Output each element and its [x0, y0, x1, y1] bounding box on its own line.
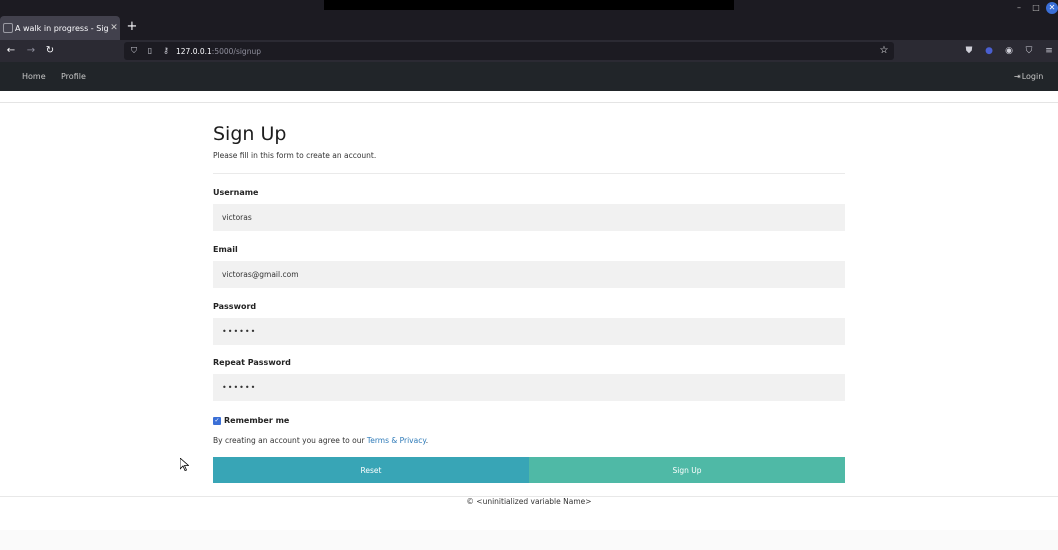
maximize-window-icon[interactable]: □	[1030, 2, 1042, 14]
nav-login-link[interactable]: ⇥ Login	[1014, 62, 1043, 91]
close-window-icon[interactable]: ✕	[1046, 2, 1058, 14]
reset-button[interactable]: Reset	[213, 457, 529, 483]
email-input[interactable]	[213, 261, 845, 288]
login-label: Login	[1021, 72, 1044, 81]
extension-icon[interactable]: ●	[982, 44, 996, 58]
site-navbar: Home Profile ⇥ Login	[0, 62, 1058, 91]
page-icon[interactable]: ▯	[144, 45, 156, 57]
favicon-icon	[3, 23, 13, 33]
url-path: :5000/signup	[211, 46, 261, 56]
remember-checkbox[interactable]: ✓	[213, 416, 221, 425]
back-arrow-icon[interactable]: ←	[4, 44, 18, 58]
page-title: Sign Up	[213, 123, 287, 145]
email-label: Email	[213, 245, 238, 254]
footer-text: © <uninitialized variable Name>	[466, 497, 592, 506]
account-icon[interactable]: ◉	[1002, 44, 1016, 58]
login-icon: ⇥	[1014, 72, 1021, 81]
password-input[interactable]	[213, 318, 845, 345]
new-tab-button[interactable]: +	[124, 18, 140, 36]
password-label: Password	[213, 302, 257, 311]
terms-notice: By creating an account you agree to our …	[213, 436, 428, 445]
remember-label: Remember me	[224, 416, 290, 425]
repeat-password-input[interactable]	[213, 374, 845, 401]
terms-suffix: .	[425, 436, 429, 445]
address-bar[interactable]: ⛉ ▯ ⚷ 127.0.0.1:5000/signup ☆	[124, 42, 894, 60]
username-input[interactable]	[213, 204, 845, 231]
screen-overlay-strip	[324, 0, 734, 10]
nav-profile-link[interactable]: Profile	[61, 62, 86, 91]
page-bottom	[0, 530, 1058, 550]
form-divider	[213, 173, 845, 174]
signup-button[interactable]: Sign Up	[529, 457, 845, 483]
browser-titlebar: A walk in progress - Signup ✕ + – □ ✕	[0, 0, 1058, 40]
forward-arrow-icon[interactable]: →	[24, 44, 38, 58]
key-icon[interactable]: ⚷	[160, 45, 172, 57]
url-host: 127.0.0.1	[176, 46, 212, 56]
minimize-window-icon[interactable]: –	[1013, 2, 1025, 14]
close-tab-icon[interactable]: ✕	[108, 23, 120, 33]
reload-icon[interactable]: ↻	[43, 44, 57, 58]
repeat-password-label: Repeat Password	[213, 358, 291, 367]
pocket-icon[interactable]: ⛊	[962, 44, 976, 58]
terms-link[interactable]: Terms & Privacy	[367, 436, 426, 445]
browser-toolbar: ← → ↻ ⛉ ▯ ⚷ 127.0.0.1:5000/signup ☆ ⛊ ● …	[0, 40, 1058, 62]
divider	[0, 102, 1058, 103]
url-text[interactable]: 127.0.0.1:5000/signup	[176, 47, 261, 56]
shield-icon[interactable]: ⛉	[128, 45, 140, 57]
menu-icon[interactable]: ≡	[1042, 44, 1056, 58]
terms-prefix: By creating an account you agree to our	[213, 436, 367, 445]
remember-me[interactable]: ✓ Remember me	[213, 416, 289, 425]
username-label: Username	[213, 188, 259, 197]
shield-extension-icon[interactable]: ⛉	[1022, 44, 1036, 58]
browser-tab[interactable]: A walk in progress - Signup ✕	[0, 16, 120, 40]
tab-title: A walk in progress - Signup	[15, 23, 108, 33]
bookmark-star-icon[interactable]: ☆	[878, 45, 890, 57]
nav-home-link[interactable]: Home	[22, 62, 46, 91]
page-subtitle: Please fill in this form to create an ac…	[213, 151, 377, 160]
